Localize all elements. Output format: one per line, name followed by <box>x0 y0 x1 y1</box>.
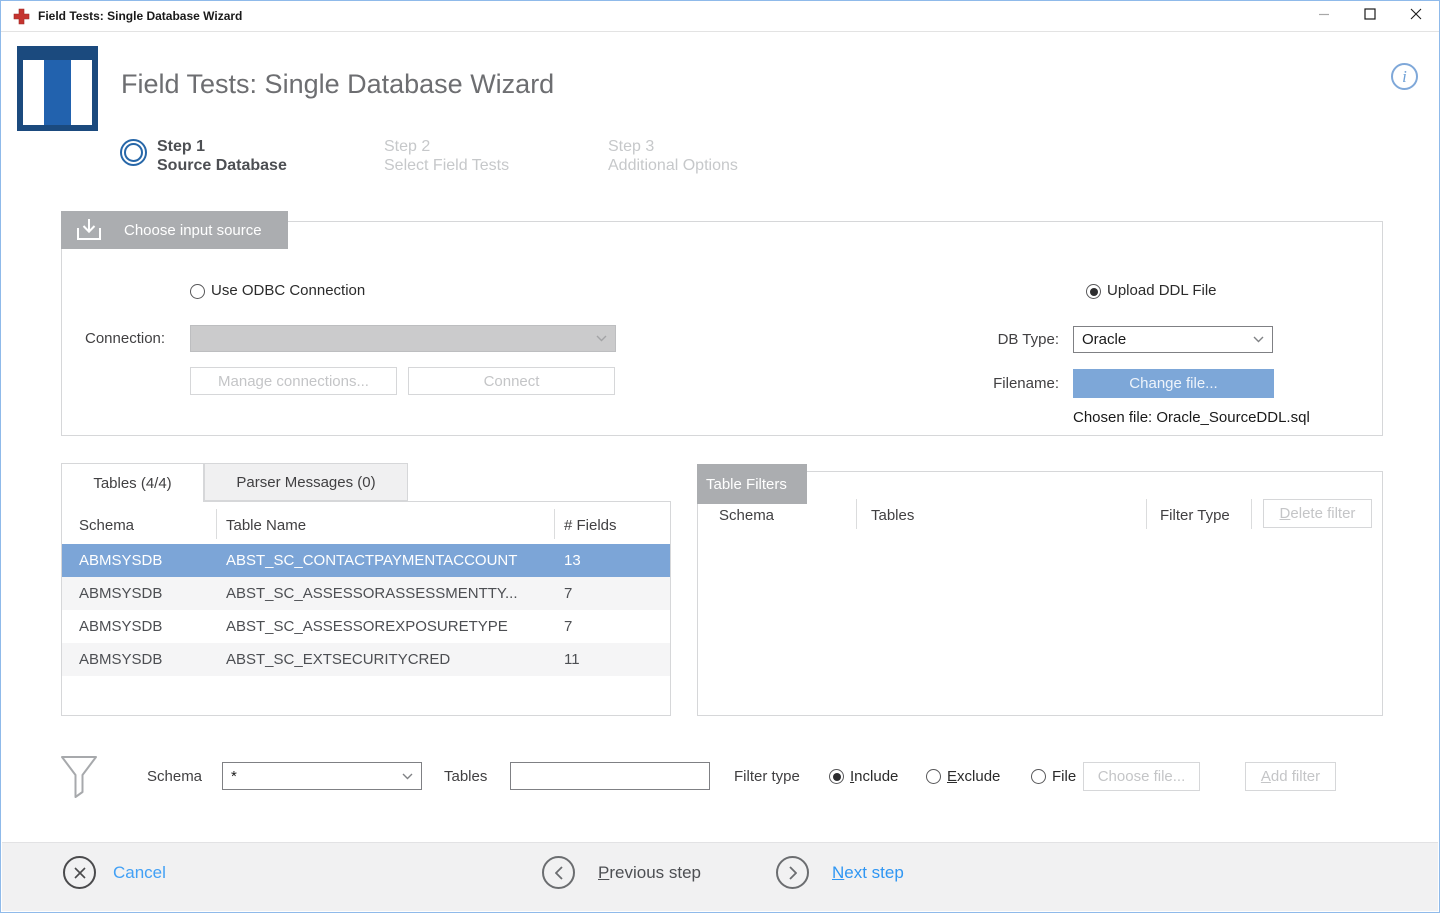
maximize-button[interactable] <box>1347 1 1393 31</box>
maximize-icon <box>1364 7 1376 25</box>
odbc-connection-radio[interactable] <box>190 284 205 299</box>
column-divider <box>1251 499 1252 529</box>
previous-step-button[interactable]: Previous step <box>542 856 701 889</box>
filename-label: Filename: <box>961 375 1059 392</box>
filter-exclude-radio[interactable] <box>926 769 941 784</box>
step-1: Step 1 Source Database <box>157 137 287 175</box>
step-2-label: Step 2 <box>384 137 509 156</box>
manage-connections-button[interactable]: Manage connections... <box>190 367 397 395</box>
filter-schema-select[interactable]: * <box>222 762 422 790</box>
filter-tables-label: Tables <box>444 768 487 785</box>
odbc-connection-label: Use ODBC Connection <box>211 282 365 299</box>
column-divider <box>856 499 857 529</box>
close-icon <box>1410 7 1422 25</box>
column-divider <box>1146 499 1147 529</box>
filter-exclude-label: Exclude <box>947 768 1000 785</box>
upload-ddl-radio[interactable] <box>1086 284 1101 299</box>
table-row[interactable]: ABMSYSDB ABST_SC_ASSESSOREXPOSURETYPE 7 <box>62 610 670 643</box>
db-type-value: Oracle <box>1082 331 1126 348</box>
upload-ddl-label: Upload DDL File <box>1107 282 1217 299</box>
filters-col-filter-type: Filter Type <box>1160 507 1230 524</box>
column-divider <box>554 509 555 539</box>
step-1-name: Source Database <box>157 156 287 175</box>
column-divider <box>216 509 217 539</box>
app-logo <box>17 46 98 131</box>
step-3-name: Additional Options <box>608 156 738 175</box>
step-2: Step 2 Select Field Tests <box>384 137 509 175</box>
table-row[interactable]: ABMSYSDB ABST_SC_CONTACTPAYMENTACCOUNT 1… <box>62 544 670 577</box>
db-type-label: DB Type: <box>976 331 1059 348</box>
step-1-circle-icon <box>120 139 147 166</box>
filter-include-label: Include <box>850 768 898 785</box>
connection-select[interactable] <box>190 325 616 352</box>
wizard-window: Field Tests: Single Database Wizard Fiel… <box>0 0 1440 913</box>
cancel-button[interactable]: Cancel <box>63 856 166 889</box>
step-2-name: Select Field Tests <box>384 156 509 175</box>
table-row[interactable]: ABMSYSDB ABST_SC_ASSESSORASSESSMENTTY...… <box>62 577 670 610</box>
app-icon <box>13 8 30 25</box>
step-1-label: Step 1 <box>157 137 287 156</box>
connect-button[interactable]: Connect <box>408 367 615 395</box>
choose-file-button[interactable]: Choose file... <box>1083 762 1200 791</box>
filter-tables-input[interactable] <box>510 762 710 790</box>
delete-filter-button[interactable]: Delete filter <box>1263 499 1372 528</box>
table-row[interactable]: ABMSYSDB ABST_SC_EXTSECURITYCRED 11 <box>62 643 670 676</box>
filters-col-schema: Schema <box>719 507 774 524</box>
minimize-icon <box>1318 7 1330 25</box>
chevron-down-icon <box>402 773 413 780</box>
table-filters-header: Table Filters <box>697 464 807 504</box>
change-file-button[interactable]: Change file... <box>1073 369 1274 398</box>
tab-tables[interactable]: Tables (4/4) <box>61 463 204 502</box>
filter-file-label: File <box>1052 768 1076 785</box>
page-title: Field Tests: Single Database Wizard <box>121 69 554 100</box>
connection-label: Connection: <box>85 330 165 347</box>
tables-col-fields: # Fields <box>564 517 617 534</box>
info-button[interactable]: i <box>1391 63 1418 90</box>
window-title: Field Tests: Single Database Wizard <box>38 9 242 23</box>
filter-funnel-icon <box>59 755 99 804</box>
chevron-down-icon <box>1253 336 1264 343</box>
filters-col-tables: Tables <box>871 507 914 524</box>
step-3-label: Step 3 <box>608 137 738 156</box>
title-bar: Field Tests: Single Database Wizard <box>1 1 1439 32</box>
add-filter-button[interactable]: Add filter <box>1245 762 1336 791</box>
chevron-left-icon <box>542 856 575 889</box>
info-icon: i <box>1402 67 1407 87</box>
db-type-select[interactable]: Oracle <box>1073 326 1273 353</box>
filter-schema-label: Schema <box>147 768 202 785</box>
chevron-down-icon <box>596 335 607 342</box>
filter-include-radio[interactable] <box>829 769 844 784</box>
close-button[interactable] <box>1393 1 1439 31</box>
filter-schema-value: * <box>231 768 237 785</box>
step-3: Step 3 Additional Options <box>608 137 738 175</box>
minimize-button[interactable] <box>1301 1 1347 31</box>
chevron-right-icon <box>776 856 809 889</box>
footer-bar: Cancel Previous step Next step <box>2 842 1438 911</box>
chosen-file-text: Chosen file: Oracle_SourceDDL.sql <box>1073 409 1310 426</box>
tables-col-schema: Schema <box>79 517 134 534</box>
choose-input-source-header: Choose input source <box>61 211 288 249</box>
tables-col-table-name: Table Name <box>226 517 306 534</box>
choose-input-source-title: Choose input source <box>124 222 262 239</box>
filter-file-radio[interactable] <box>1031 769 1046 784</box>
tab-parser-messages[interactable]: Parser Messages (0) <box>204 463 408 501</box>
filter-type-label: Filter type <box>734 768 800 785</box>
next-step-button[interactable]: Next step <box>776 856 904 889</box>
download-icon <box>74 218 104 242</box>
cancel-icon <box>63 856 96 889</box>
